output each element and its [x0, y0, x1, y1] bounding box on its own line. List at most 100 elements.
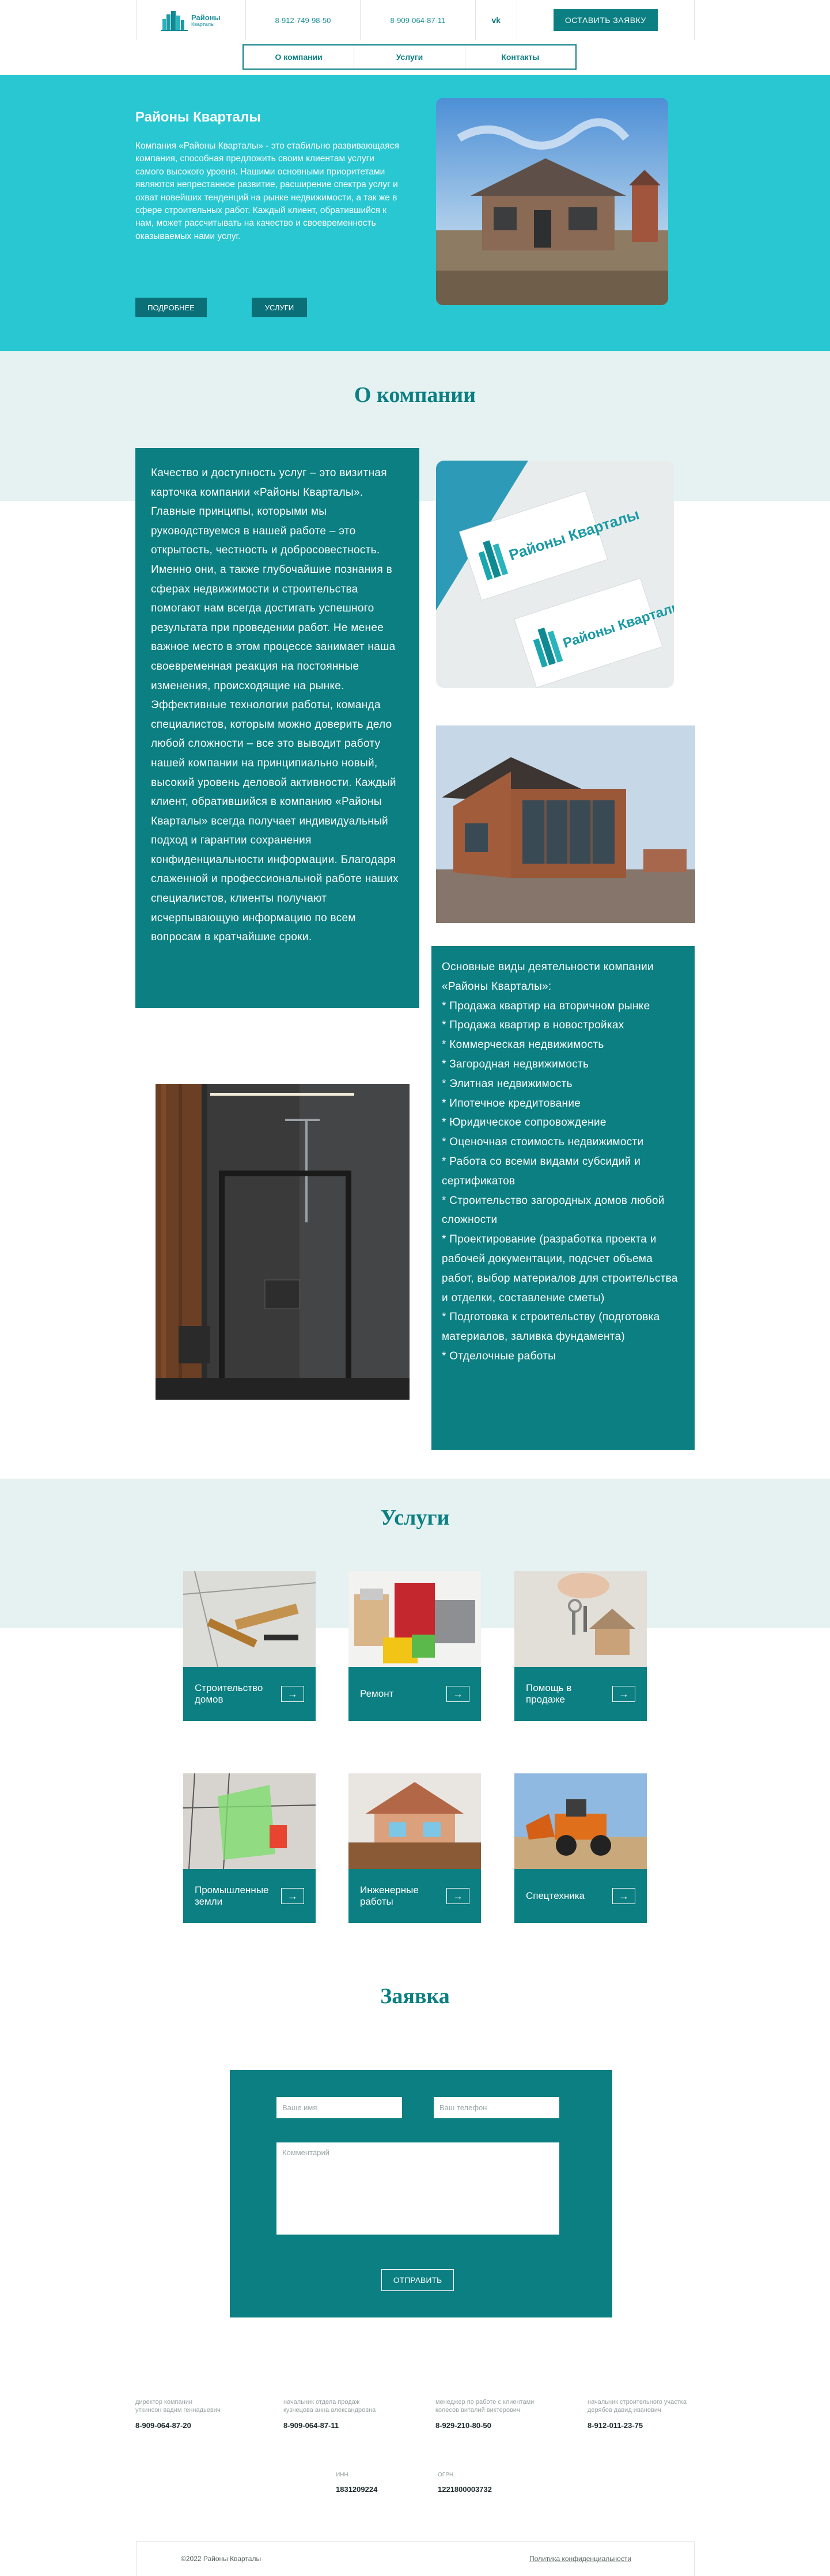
- copyright: ©2022 Районы Кварталы: [181, 2555, 261, 2563]
- arrow-right-icon[interactable]: →: [281, 1686, 304, 1702]
- privacy-policy-link[interactable]: Политика конфиденциальности: [529, 2555, 631, 2563]
- hero-section: [0, 75, 830, 351]
- inn-value: 1831209224: [336, 2485, 378, 2494]
- contact-role: начальник отдела продаж кузнецова анна а…: [283, 2399, 376, 2414]
- arrow-right-icon[interactable]: →: [612, 1888, 635, 1904]
- service-image-engineering: [348, 1773, 481, 1869]
- service-label: Строительство домов: [195, 1682, 263, 1705]
- activities-box: Основные виды деятельности компании «Рай…: [431, 946, 695, 1450]
- service-footer: Инженерные работы →: [348, 1869, 481, 1923]
- house-photo: [436, 98, 668, 305]
- service-footer: Строительство домов →: [183, 1667, 316, 1721]
- arrow-right-icon[interactable]: →: [281, 1888, 304, 1904]
- header-phone-2[interactable]: 8-909-064-87-11: [391, 16, 446, 25]
- name-input[interactable]: [276, 2097, 402, 2118]
- logo[interactable]: Районы Кварталы: [161, 9, 221, 32]
- service-label: Ремонт: [360, 1688, 394, 1699]
- service-card-engineering[interactable]: Инженерные работы →: [348, 1773, 481, 1923]
- contact-phone[interactable]: 8-909-064-87-11: [283, 2421, 416, 2430]
- cta-cell: ОСТАВИТЬ ЗАЯВКУ: [517, 0, 694, 40]
- inn-block: ИНН 1831209224: [336, 2472, 422, 2494]
- service-label: Инженерные работы: [360, 1884, 419, 1907]
- activity-item: * Элитная недвижимость: [442, 1077, 573, 1090]
- service-footer: Спецтехника →: [514, 1869, 647, 1923]
- request-form: ОТПРАВИТЬ: [230, 2070, 612, 2317]
- activity-item: * Отделочные работы: [442, 1350, 556, 1362]
- phone-cell-2: 8-909-064-87-11: [361, 0, 476, 40]
- contact-site-head: начальник строительного участка дерябов …: [588, 2398, 720, 2430]
- inn-label: ИНН: [336, 2472, 348, 2478]
- service-image-repair: [348, 1571, 481, 1667]
- service-image-keys: [514, 1571, 647, 1667]
- comment-input[interactable]: [276, 2142, 559, 2235]
- services-button[interactable]: УСЛУГИ: [252, 298, 307, 317]
- nav-services[interactable]: Услуги: [354, 45, 465, 69]
- service-image-construction: [183, 1571, 316, 1667]
- activity-item: * Загородная недвижимость: [442, 1058, 589, 1070]
- arrow-right-icon[interactable]: →: [446, 1888, 469, 1904]
- service-card-repair[interactable]: Ремонт →: [348, 1571, 481, 1721]
- services-title: Услуги: [380, 1506, 450, 1530]
- activity-item: * Юридическое сопровождение: [442, 1116, 607, 1129]
- ogrn-label: ОГРН: [438, 2472, 454, 2478]
- vk-cell: vk: [476, 0, 517, 40]
- logo-cell: Районы Кварталы: [137, 0, 246, 40]
- service-card-sale-help[interactable]: Помощь в продаже →: [514, 1571, 647, 1721]
- activities-heading: Основные виды деятельности компании «Рай…: [442, 961, 654, 993]
- contact-phone[interactable]: 8-929-210-80-50: [435, 2421, 568, 2430]
- activities-list: Основные виды деятельности компании «Рай…: [442, 958, 684, 1366]
- phone-cell-1: 8-912-749-98-50: [246, 0, 361, 40]
- contact-role: менеджер по работе с клиентами колесов в…: [435, 2399, 535, 2414]
- request-title: Заявка: [380, 1984, 450, 2008]
- more-button[interactable]: ПОДРОБНЕЕ: [135, 298, 207, 317]
- nav-about[interactable]: О компании: [244, 45, 355, 69]
- contact-role: начальник строительного участка дерябов …: [588, 2399, 687, 2414]
- hero-text: Компания «Районы Кварталы» - это стабиль…: [135, 141, 399, 241]
- about-text-box: Качество и доступность услуг – это визит…: [135, 448, 419, 1008]
- service-image-loader: [514, 1773, 647, 1869]
- vk-icon[interactable]: vk: [491, 16, 501, 25]
- contact-phone[interactable]: 8-909-064-87-20: [135, 2421, 268, 2430]
- activity-item: * Строительство загородных домов любой с…: [442, 1194, 665, 1226]
- site-header: Районы Кварталы 8-912-749-98-50 8-909-06…: [0, 0, 830, 75]
- house-2-photo: [436, 725, 695, 923]
- activity-item: * Продажа квартир в новостройках: [442, 1019, 624, 1032]
- nav-contacts[interactable]: Контакты: [465, 45, 575, 69]
- contact-director: директор компании уткинсон вадим геннадь…: [135, 2398, 268, 2430]
- logo-name: Районы: [191, 13, 221, 22]
- submit-button[interactable]: ОТПРАВИТЬ: [381, 2269, 454, 2291]
- service-label: Помощь в продаже: [526, 1682, 572, 1705]
- about-title: О компании: [354, 383, 476, 407]
- activity-item: * Подготовка к строительству (подготовка…: [442, 1311, 660, 1343]
- service-label: Промышленные земли: [195, 1884, 269, 1907]
- service-image-land: [183, 1773, 316, 1869]
- arrow-right-icon[interactable]: →: [446, 1686, 469, 1702]
- arrow-right-icon[interactable]: →: [612, 1686, 635, 1702]
- service-card-industrial-land[interactable]: Промышленные земли →: [183, 1773, 316, 1923]
- header-bar: Районы Кварталы 8-912-749-98-50 8-909-06…: [136, 0, 695, 40]
- service-card-construction[interactable]: Строительство домов →: [183, 1571, 316, 1721]
- logo-sub: Кварталы: [191, 21, 215, 27]
- activity-item: * Работа со всеми видами субсидий и серт…: [442, 1155, 641, 1187]
- service-label: Спецтехника: [526, 1890, 585, 1901]
- contact-phone[interactable]: 8-912-011-23-75: [588, 2421, 720, 2430]
- service-card-machinery[interactable]: Спецтехника →: [514, 1773, 647, 1923]
- ogrn-value: 1221800003732: [438, 2485, 492, 2494]
- shower-photo: [156, 1084, 410, 1400]
- header-phone-1[interactable]: 8-912-749-98-50: [275, 16, 331, 25]
- activity-item: * Ипотечное кредитование: [442, 1097, 581, 1110]
- service-footer: Ремонт →: [348, 1667, 481, 1721]
- contact-sales-head: начальник отдела продаж кузнецова анна а…: [283, 2398, 416, 2430]
- ogrn-block: ОГРН 1221800003732: [438, 2472, 524, 2494]
- service-footer: Помощь в продаже →: [514, 1667, 647, 1721]
- hero-title: Районы Кварталы: [135, 109, 261, 125]
- activity-item: * Проектирование (разработка проекта и р…: [442, 1233, 678, 1304]
- contact-role: директор компании уткинсон вадим геннадь…: [135, 2399, 221, 2414]
- main-nav: О компании Услуги Контакты: [242, 44, 577, 70]
- leave-request-button[interactable]: ОСТАВИТЬ ЗАЯВКУ: [553, 9, 658, 31]
- phone-input[interactable]: [434, 2097, 559, 2118]
- business-cards-photo: Районы Кварталы Районы Кварталы: [436, 461, 674, 688]
- service-footer: Промышленные земли →: [183, 1869, 316, 1923]
- about-text: Качество и доступность услуг – это визит…: [151, 467, 399, 944]
- activity-item: * Оценочная стоимость недвижимости: [442, 1136, 644, 1149]
